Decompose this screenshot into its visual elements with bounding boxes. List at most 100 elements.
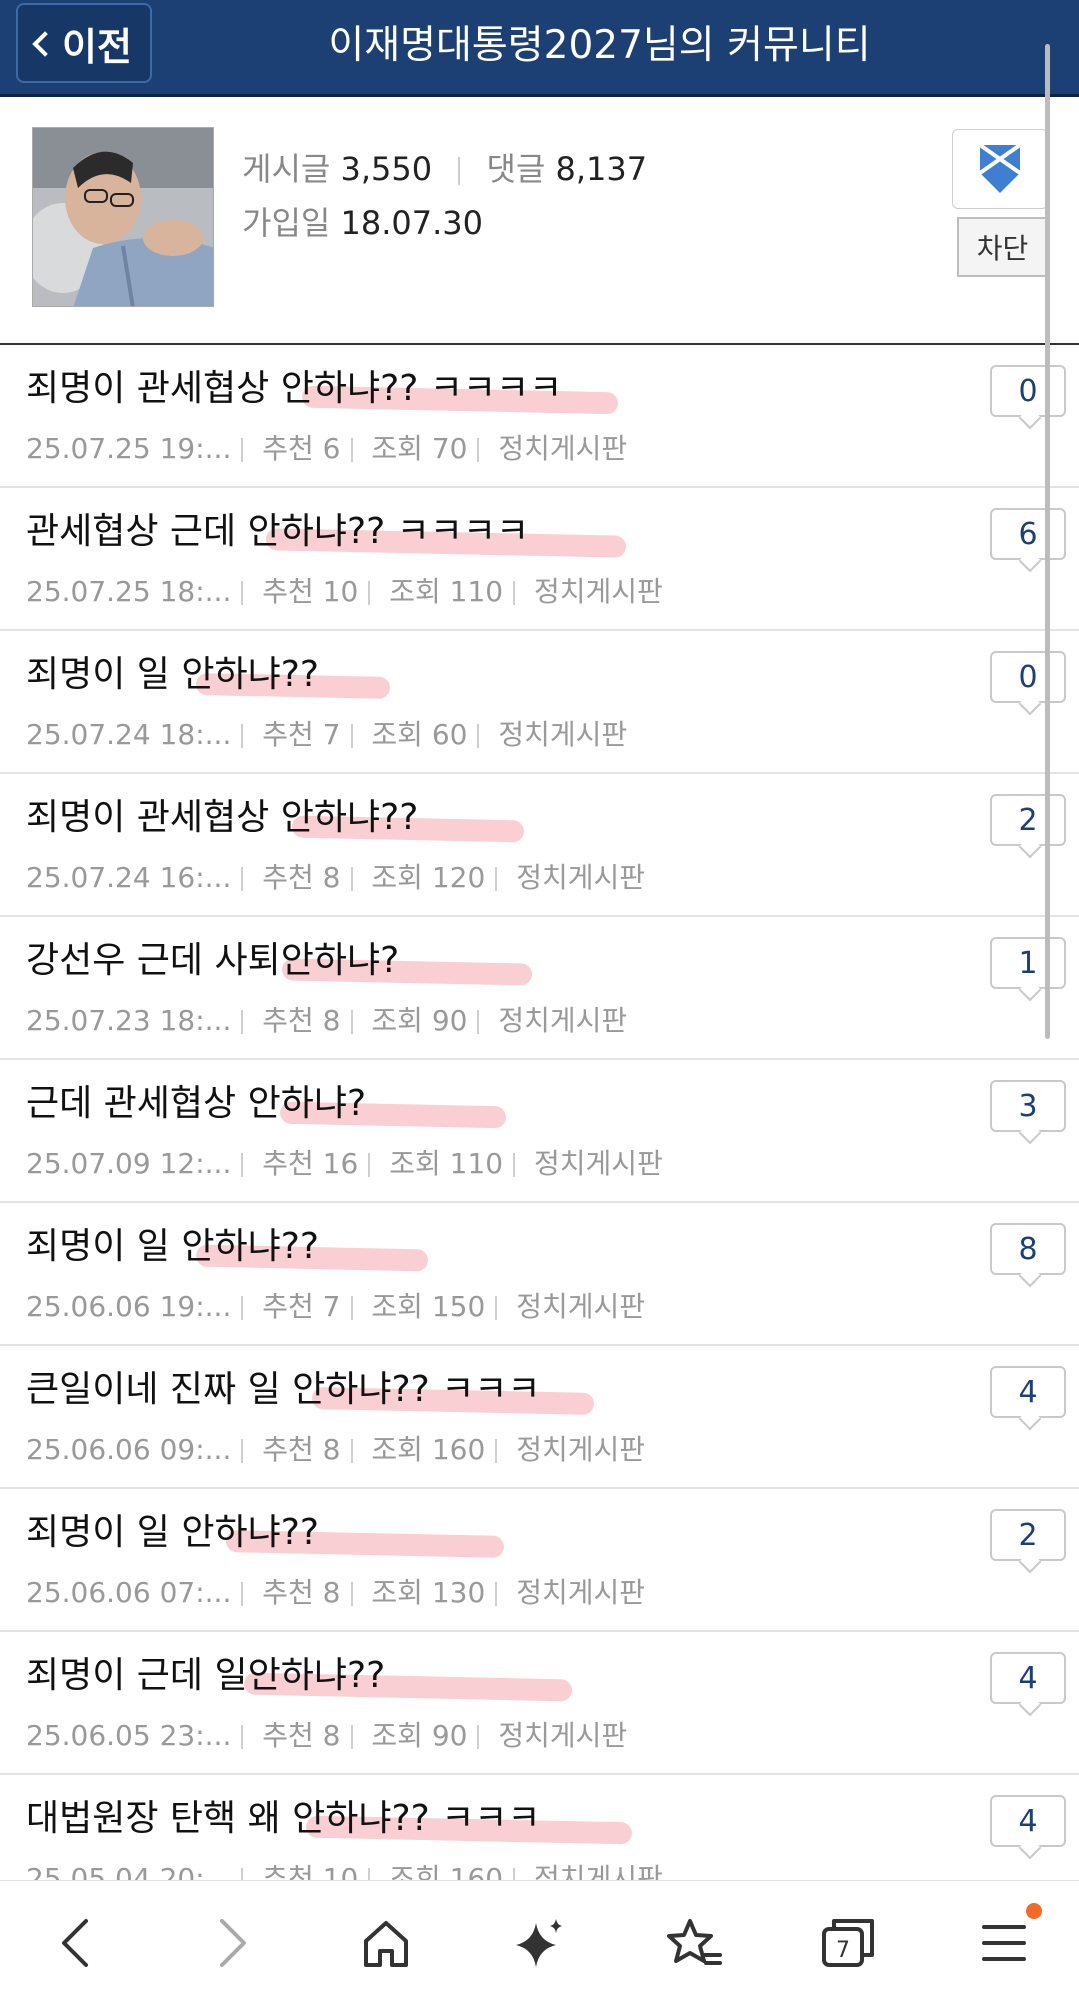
comment-count-bubble[interactable]: 4: [990, 1652, 1066, 1704]
comment-count-bubble[interactable]: 4: [990, 1795, 1066, 1847]
post-time: 23:...: [159, 1719, 232, 1752]
comment-count-bubble[interactable]: 2: [990, 1509, 1066, 1561]
post-time: 16:...: [159, 861, 232, 894]
bookmark-star-icon[interactable]: [654, 1903, 734, 1983]
post-time: 07:...: [159, 1576, 232, 1609]
post-time: 18:...: [159, 718, 232, 751]
comment-count-bubble[interactable]: 0: [990, 365, 1066, 417]
post-views: 조회 60: [371, 718, 468, 751]
comment-count-bubble[interactable]: 1: [990, 937, 1066, 989]
list-item[interactable]: 큰일이네 진짜 일 안하냐?? ㅋㅋㅋ 25.06.06 09:... 추천 8…: [0, 1346, 1079, 1489]
post-meta: 25.06.06 09:... 추천 8 조회 160 정치게시판: [26, 1428, 645, 1468]
post-board: 정치게시판: [516, 861, 646, 894]
tab-count: 7: [836, 1938, 850, 1963]
post-recommend: 추천 7: [262, 718, 341, 751]
comment-count-bubble[interactable]: 2: [990, 794, 1066, 846]
list-item[interactable]: 죄명이 관세협상 안하냐?? 25.07.24 16:... 추천 8 조회 1…: [0, 774, 1079, 917]
post-meta: 25.07.24 18:... 추천 7 조회 60 정치게시판: [26, 713, 627, 753]
post-date: 25.06.06: [26, 1433, 151, 1466]
post-meta: 25.06.05 23:... 추천 8 조회 90 정치게시판: [26, 1714, 627, 1754]
home-icon[interactable]: [346, 1903, 426, 1983]
post-title[interactable]: 대법원장 탄핵 왜 안하냐?? ㅋㅋㅋ: [26, 1789, 541, 1841]
comment-count-bubble[interactable]: 0: [990, 651, 1066, 703]
browser-bottom-nav: 7: [0, 1880, 1079, 2008]
post-time: 18:...: [159, 1004, 232, 1037]
post-views: 조회 70: [371, 432, 468, 465]
post-board: 정치게시판: [534, 575, 663, 608]
post-board: 정치게시판: [498, 432, 628, 465]
list-item[interactable]: 죄명이 일 안하냐?? 25.06.06 07:... 추천 8 조회 130 …: [0, 1489, 1079, 1632]
post-title[interactable]: 관세협상 근데 안하냐?? ㅋㅋㅋㅋ: [26, 502, 529, 554]
post-date: 25.07.24: [26, 718, 151, 751]
post-date: 25.06.06: [26, 1290, 151, 1323]
sparkle-icon[interactable]: [500, 1903, 580, 1983]
post-views: 조회 160: [371, 1433, 486, 1466]
post-time: 12:...: [159, 1147, 232, 1180]
post-board: 정치게시판: [498, 718, 628, 751]
level-badge-button[interactable]: [952, 129, 1048, 209]
post-recommend: 추천 6: [262, 432, 341, 465]
post-recommend: 추천 8: [262, 861, 341, 894]
back-button[interactable]: 이전: [16, 3, 152, 83]
post-meta: 25.07.23 18:... 추천 8 조회 90 정치게시판: [26, 999, 627, 1039]
avatar: [32, 127, 214, 307]
back-arrow-icon[interactable]: [36, 1903, 116, 1983]
post-title[interactable]: 죄명이 근데 일안하냐??: [26, 1646, 385, 1698]
post-date: 25.07.09: [26, 1147, 151, 1180]
post-date: 25.07.23: [26, 1004, 151, 1037]
post-time: 18:...: [159, 575, 232, 608]
profile-section: 게시글 3,550 댓글 8,137 가입일 18.07.30 차단: [0, 97, 1079, 345]
list-item[interactable]: 근데 관세협상 안하냐? 25.07.09 12:... 추천 16 조회 11…: [0, 1060, 1079, 1203]
post-date: 25.05.04: [26, 1862, 151, 1880]
post-board: 정치게시판: [498, 1719, 628, 1752]
post-title[interactable]: 죄명이 일 안하냐??: [26, 645, 319, 697]
top-bar: 이전 이재명대통령2027님의 커뮤니티: [0, 0, 1079, 97]
list-item[interactable]: 죄명이 일 안하냐?? 25.07.24 18:... 추천 7 조회 60 정…: [0, 631, 1079, 774]
post-recommend: 추천 8: [262, 1004, 341, 1037]
post-date: 25.07.25: [26, 575, 151, 608]
post-recommend: 추천 8: [262, 1719, 341, 1752]
block-button[interactable]: 차단: [957, 217, 1048, 277]
list-item[interactable]: 죄명이 일 안하냐?? 25.06.06 19:... 추천 7 조회 150 …: [0, 1203, 1079, 1346]
post-title[interactable]: 죄명이 관세협상 안하냐??: [26, 788, 418, 840]
joined-date: 18.07.30: [340, 204, 484, 242]
comment-count-bubble[interactable]: 3: [990, 1080, 1066, 1132]
post-views: 조회 90: [371, 1719, 468, 1752]
scrollbar[interactable]: [1045, 44, 1050, 1039]
stats-line-joined: 가입일 18.07.30: [242, 196, 647, 250]
comment-count-bubble[interactable]: 4: [990, 1366, 1066, 1418]
post-board: 정치게시판: [516, 1433, 646, 1466]
list-item[interactable]: 대법원장 탄핵 왜 안하냐?? ㅋㅋㅋ 25.05.04 20:... 추천 1…: [0, 1775, 1079, 1880]
post-meta: 25.07.24 16:... 추천 8 조회 120 정치게시판: [26, 856, 645, 896]
post-recommend: 추천 8: [262, 1433, 341, 1466]
comment-count-bubble[interactable]: 6: [990, 508, 1066, 560]
comment-count-bubble[interactable]: 8: [990, 1223, 1066, 1275]
post-meta: 25.06.06 19:... 추천 7 조회 150 정치게시판: [26, 1285, 645, 1325]
post-board: 정치게시판: [534, 1147, 663, 1180]
post-time: 20:...: [159, 1862, 232, 1880]
post-title[interactable]: 죄명이 관세협상 안하냐?? ㅋㅋㅋㅋ: [26, 359, 562, 411]
list-item[interactable]: 강선우 근데 사퇴안하냐? 25.07.23 18:... 추천 8 조회 90…: [0, 917, 1079, 1060]
post-title[interactable]: 큰일이네 진짜 일 안하냐?? ㅋㅋㅋ: [26, 1360, 541, 1412]
list-item[interactable]: 죄명이 근데 일안하냐?? 25.06.05 23:... 추천 8 조회 90…: [0, 1632, 1079, 1775]
post-meta: 25.06.06 07:... 추천 8 조회 130 정치게시판: [26, 1571, 645, 1611]
tabs-icon[interactable]: 7: [808, 1903, 888, 1983]
list-item[interactable]: 죄명이 관세협상 안하냐?? ㅋㅋㅋㅋ 25.07.25 19:... 추천 6…: [0, 345, 1079, 488]
post-recommend: 추천 16: [262, 1147, 359, 1180]
post-views: 조회 110: [389, 575, 504, 608]
post-date: 25.06.06: [26, 1576, 151, 1609]
post-title[interactable]: 근데 관세협상 안하냐?: [26, 1074, 366, 1126]
post-date: 25.07.25: [26, 432, 151, 465]
post-time: 19:...: [159, 1290, 232, 1323]
post-meta: 25.05.04 20:... 추천 10 조회 160 정치게시판: [26, 1857, 663, 1880]
post-views: 조회 110: [389, 1147, 504, 1180]
notification-dot: [1026, 1903, 1042, 1919]
post-title[interactable]: 강선우 근데 사퇴안하냐?: [26, 931, 399, 983]
forward-arrow-icon[interactable]: [192, 1903, 272, 1983]
post-board: 정치게시판: [498, 1004, 628, 1037]
list-item[interactable]: 관세협상 근데 안하냐?? ㅋㅋㅋㅋ 25.07.25 18:... 추천 10…: [0, 488, 1079, 631]
post-title[interactable]: 죄명이 일 안하냐??: [26, 1217, 319, 1269]
comments-count: 8,137: [555, 150, 648, 188]
post-title[interactable]: 죄명이 일 안하냐??: [26, 1503, 319, 1555]
posts-label: 게시글: [242, 150, 331, 188]
